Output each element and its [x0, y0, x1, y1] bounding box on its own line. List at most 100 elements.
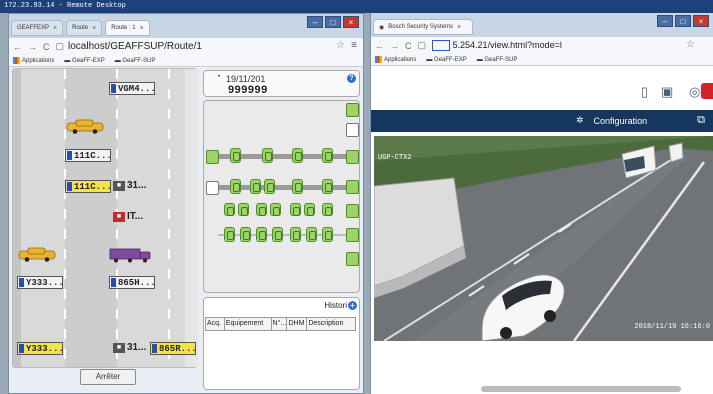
phone-icon[interactable]: ▯	[641, 84, 648, 100]
column-header[interactable]: DHM	[287, 318, 308, 330]
reload-icon[interactable]: C	[43, 42, 50, 52]
station-date: 19/11/201	[226, 74, 266, 84]
minimize-button[interactable]: –	[307, 16, 323, 28]
lane-counter[interactable]: ■ 31...	[113, 180, 146, 191]
equipment-sensor[interactable]	[306, 227, 317, 242]
menu-icon[interactable]: ≡	[351, 40, 357, 51]
address-bar[interactable]: ▢ localhost/GEAFFSUP/Route/1	[56, 41, 202, 52]
vehicle-plate[interactable]: VGM4...	[109, 82, 155, 95]
equipment-sensor[interactable]	[290, 227, 301, 242]
lane-counter[interactable]: ■ IT...	[113, 211, 143, 222]
equipment-sensor[interactable]	[290, 203, 301, 216]
tab-route[interactable]: Route ×	[66, 20, 103, 36]
equipment-sensor[interactable]	[264, 179, 275, 194]
device-icon[interactable]: ▣	[661, 84, 673, 100]
reload-icon[interactable]: C	[405, 41, 412, 51]
equipment-sensor[interactable]	[238, 203, 249, 216]
bookmark-geaff-sup[interactable]: ▬ GeaFF-SUP	[115, 58, 156, 64]
column-header[interactable]: Description	[307, 318, 355, 330]
tab-route-1[interactable]: Route : 1 ×	[105, 20, 150, 36]
forward-icon[interactable]: →	[390, 41, 399, 51]
maximize-button[interactable]: □	[675, 15, 691, 27]
bookmark-geaff-exp[interactable]: ▬ GeaFF-EXP	[426, 57, 466, 63]
equipment-button[interactable]	[206, 150, 219, 164]
vehicle-plate[interactable]: 865H...	[109, 276, 155, 289]
equipment-sensor[interactable]	[304, 203, 315, 216]
equipment-sensor[interactable]	[250, 179, 261, 194]
equipment-sensor[interactable]	[292, 148, 303, 163]
close-icon[interactable]: ×	[457, 24, 461, 31]
close-icon[interactable]: ×	[92, 25, 96, 32]
equipment-sensor[interactable]	[256, 203, 267, 216]
bookmark-applications[interactable]: Applications	[375, 55, 416, 63]
equipment-sensor[interactable]	[262, 148, 273, 163]
equipment-synoptic	[203, 100, 360, 293]
camera-button[interactable]	[346, 123, 359, 137]
lane-counter[interactable]: ■ 31...	[113, 342, 146, 353]
address-bar[interactable]: 5.254.21/view.html?mode=l	[432, 40, 562, 52]
equipment-sensor[interactable]	[322, 148, 333, 163]
truck-icon[interactable]	[109, 247, 151, 263]
back-icon[interactable]: ←	[375, 41, 384, 51]
equipment-button[interactable]	[346, 228, 359, 242]
bookmark-applications[interactable]: Applications	[13, 56, 54, 64]
column-header[interactable]: N°...	[272, 318, 288, 330]
equipment-sensor[interactable]	[230, 148, 241, 163]
close-icon[interactable]: ×	[140, 25, 144, 32]
equipment-sensor[interactable]	[322, 227, 333, 242]
tab-bosch[interactable]: ◉ Bosch Security Systems ×	[373, 19, 473, 35]
video-timestamp: 2018/11/19 16:16:0	[634, 323, 710, 331]
tab-label: Bosch Security Systems	[388, 24, 453, 30]
vehicle-plate[interactable]: 111C...	[65, 149, 111, 162]
road-shoulder	[185, 69, 198, 367]
column-header[interactable]: Acq.	[206, 318, 225, 330]
equipment-sensor[interactable]	[272, 227, 283, 242]
horizontal-scrollbar[interactable]	[481, 386, 681, 392]
tab-geaffexp[interactable]: GEAFFEXP ×	[11, 20, 64, 36]
close-window-button[interactable]: ×	[343, 16, 359, 28]
equipment-sensor[interactable]	[240, 227, 251, 242]
vehicle-plate[interactable]: Y333...	[17, 276, 63, 289]
close-icon[interactable]: ×	[53, 25, 57, 32]
column-header[interactable]: Equipement	[225, 318, 272, 330]
car-icon[interactable]	[17, 247, 57, 262]
equipment-sensor[interactable]	[322, 179, 333, 194]
external-window-icon[interactable]: ⧉	[697, 114, 705, 127]
star-icon[interactable]: ☆	[686, 39, 695, 50]
forward-icon[interactable]: →	[28, 42, 37, 52]
vehicle-plate[interactable]: 865R...	[150, 342, 196, 355]
live-video[interactable]: UGP-CTX2 2018/11/19 16:16:0	[374, 136, 713, 341]
equipment-sensor[interactable]	[224, 227, 235, 242]
help-icon[interactable]: ?	[347, 74, 356, 83]
equipment-sensor[interactable]	[224, 203, 235, 216]
equipment-button[interactable]	[346, 180, 359, 194]
vehicle-plate[interactable]: 111C...	[65, 180, 111, 193]
equipment-button[interactable]	[346, 204, 359, 218]
car-icon[interactable]	[65, 119, 105, 134]
camera-button[interactable]	[206, 181, 219, 195]
maximize-button[interactable]: □	[325, 16, 341, 28]
configuration-link[interactable]: ✲ Configuration	[576, 115, 647, 126]
equipment-sensor[interactable]	[292, 179, 303, 194]
counter-value: IT...	[127, 211, 144, 222]
vehicle-plate[interactable]: Y333...	[17, 342, 63, 355]
bookmark-label: GeaFF-SUP	[484, 56, 518, 63]
bookmark-geaff-exp[interactable]: ▬ GeaFF-EXP	[64, 58, 104, 64]
equipment-button[interactable]	[346, 252, 359, 266]
gear-icon: ✲	[576, 115, 584, 125]
equipment-sensor[interactable]	[230, 179, 241, 194]
bookmark-geaff-sup[interactable]: ▬ GeaFF-SUP	[477, 57, 518, 63]
minimize-button[interactable]: –	[657, 15, 673, 27]
equipment-button[interactable]	[346, 150, 359, 164]
stop-button[interactable]: Arrêter	[80, 369, 136, 385]
plus-icon: +	[348, 301, 357, 310]
equipment-sensor[interactable]	[256, 227, 267, 242]
history-button[interactable]: Histori +	[324, 301, 357, 310]
back-icon[interactable]: ←	[13, 42, 22, 52]
equipment-sensor[interactable]	[322, 203, 333, 216]
equipment-button[interactable]	[346, 103, 359, 117]
equipment-sensor[interactable]	[270, 203, 281, 216]
star-icon[interactable]: ☆	[336, 40, 345, 51]
close-window-button[interactable]: ×	[693, 15, 709, 27]
user-icon[interactable]: ◎	[689, 84, 700, 100]
